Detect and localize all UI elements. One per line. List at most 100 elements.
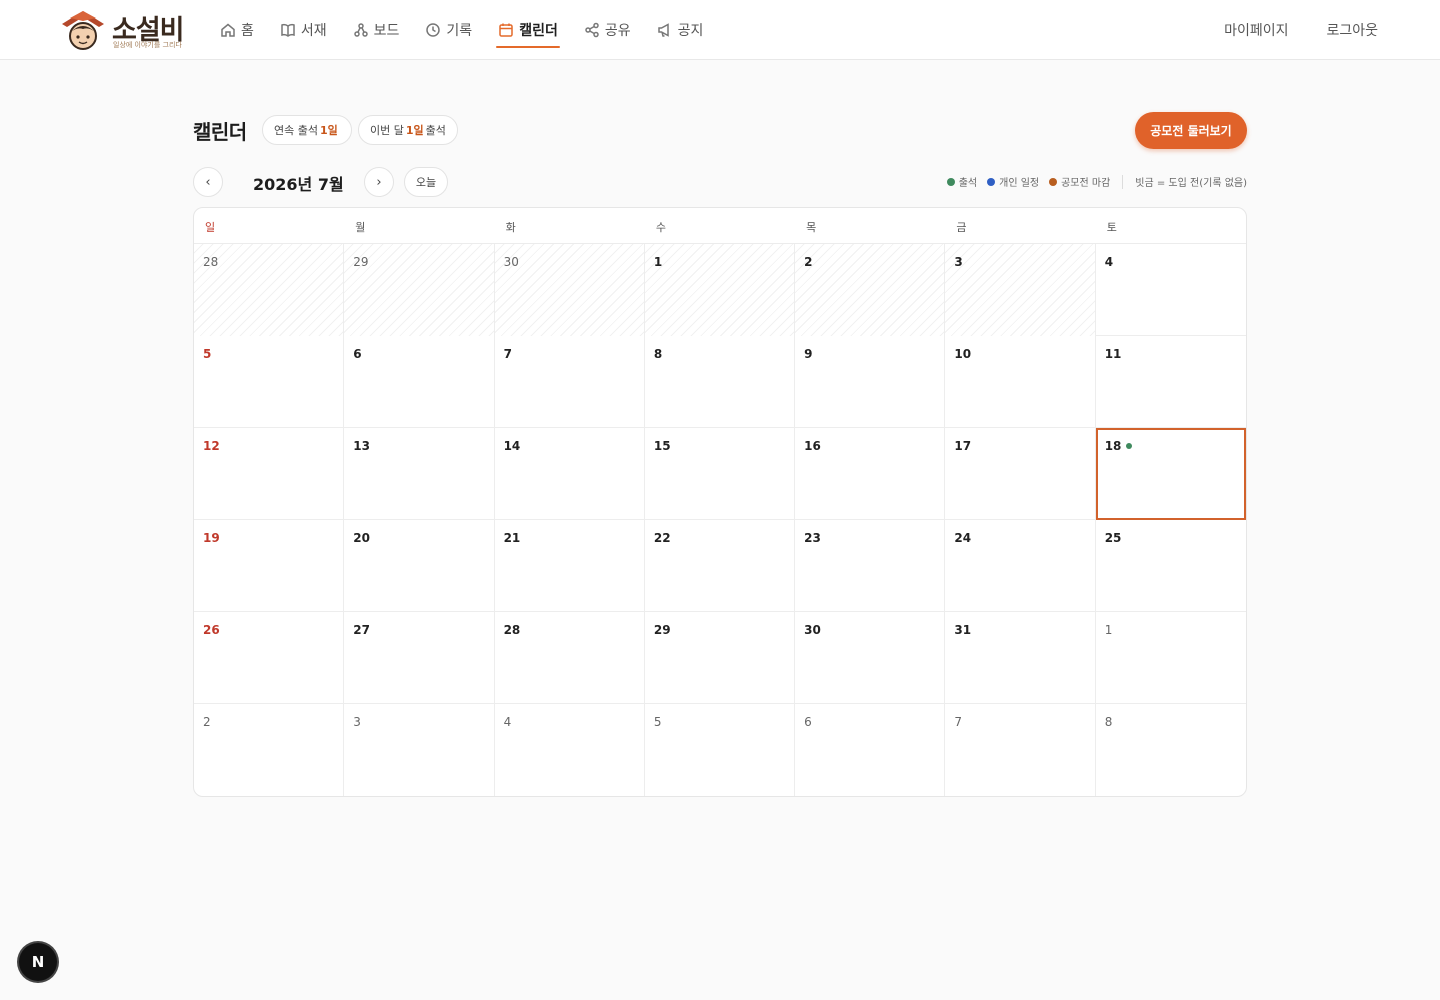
dev-indicator-badge[interactable]: N bbox=[19, 943, 57, 981]
nav-item-home[interactable]: 홈 bbox=[220, 0, 254, 60]
calendar-day-cell[interactable]: 24 bbox=[945, 520, 1096, 612]
nav-item-records[interactable]: 기록 bbox=[425, 0, 472, 60]
calendar-day-cell[interactable]: 5 bbox=[645, 704, 796, 796]
nav-item-library[interactable]: 서재 bbox=[280, 0, 327, 60]
streak-badge: 연속 출석 1일 bbox=[262, 115, 352, 145]
chevron-left-icon: ‹ bbox=[205, 174, 211, 190]
legend-item-personal: 개인 일정 bbox=[987, 174, 1039, 189]
calendar-day-cell[interactable]: 4 bbox=[495, 704, 645, 796]
day-number: 17 bbox=[954, 439, 972, 453]
calendar-day-cell[interactable]: 23 bbox=[795, 520, 946, 612]
calendar-day-cell[interactable]: 9 bbox=[795, 336, 946, 428]
calendar-day-today[interactable]: 18 bbox=[1095, 428, 1246, 520]
day-number: 18 bbox=[1104, 439, 1122, 453]
day-number: 9 bbox=[804, 347, 813, 361]
calendar-day-cell[interactable]: 15 bbox=[645, 428, 796, 520]
calendar-day-cell[interactable]: 4 bbox=[1096, 244, 1246, 336]
calendar-day-cell[interactable]: 6 bbox=[795, 704, 946, 796]
browse-contests-button[interactable]: 공모전 둘러보기 bbox=[1135, 112, 1247, 149]
clock-icon bbox=[426, 23, 441, 37]
prev-month-button[interactable]: ‹ bbox=[193, 167, 223, 197]
contest-dot-icon bbox=[1049, 177, 1058, 186]
calendar-day-cell[interactable]: 14 bbox=[495, 428, 645, 520]
calendar-day-cell[interactable]: 26 bbox=[194, 612, 345, 704]
calendar-day-cell[interactable]: 8 bbox=[1096, 704, 1246, 796]
calendar-day-cell[interactable]: 1 bbox=[644, 244, 796, 336]
calendar-day-cell[interactable]: 7 bbox=[495, 336, 645, 428]
monthly-label: 이번 달 bbox=[370, 124, 404, 137]
weekday-label: 수 bbox=[655, 221, 666, 234]
day-number: 23 bbox=[804, 531, 821, 545]
day-number: 29 bbox=[353, 255, 369, 269]
book-icon bbox=[281, 23, 295, 37]
calendar-day-cell[interactable]: 16 bbox=[795, 428, 946, 520]
day-number: 20 bbox=[353, 531, 370, 545]
mypage-link[interactable]: 마이페이지 bbox=[1224, 20, 1288, 40]
megaphone-icon bbox=[657, 23, 669, 37]
calendar-day-cell[interactable]: 7 bbox=[945, 704, 1096, 796]
streak-label: 연속 출석 bbox=[274, 124, 318, 137]
weekday-label: 화 bbox=[505, 221, 516, 234]
calendar-day-cell[interactable]: 29 bbox=[344, 244, 495, 336]
calendar-day-cell[interactable]: 25 bbox=[1096, 520, 1246, 612]
calendar-day-cell[interactable]: 21 bbox=[495, 520, 645, 612]
calendar-day-cell[interactable]: 12 bbox=[194, 428, 345, 520]
day-number: 3 bbox=[353, 715, 361, 729]
legend-item-attendance: 출석 bbox=[946, 174, 977, 189]
calendar-day-cell[interactable]: 11 bbox=[1096, 336, 1246, 428]
calendar-day-cell[interactable]: 30 bbox=[795, 612, 946, 704]
calendar-week-row: 12 13 14 15 16 17 18 bbox=[194, 428, 1246, 520]
share-icon bbox=[585, 22, 599, 38]
calendar-weeks: 28 29 30 1 2 3 4 5 6 7 8 9 10 11 12 13 14 15 16 17 18 19 20 21 2… bbox=[194, 244, 1246, 796]
calendar-day-cell[interactable]: 3 bbox=[945, 244, 1096, 336]
calendar-day-cell[interactable]: 27 bbox=[344, 612, 495, 704]
day-number: 8 bbox=[1104, 715, 1113, 729]
calendar-day-cell[interactable]: 28 bbox=[495, 612, 645, 704]
calendar-day-cell[interactable]: 29 bbox=[645, 612, 796, 704]
logout-link[interactable]: 로그아웃 bbox=[1326, 20, 1378, 40]
calendar-day-cell[interactable]: 10 bbox=[945, 336, 1096, 428]
nav-item-label: 캘린더 bbox=[519, 23, 558, 39]
day-number: 16 bbox=[804, 439, 821, 453]
nav-item-share[interactable]: 공유 bbox=[584, 0, 631, 60]
nav-item-notice[interactable]: 공지 bbox=[657, 0, 704, 60]
calendar-day-cell[interactable]: 28 bbox=[194, 244, 345, 336]
calendar-day-cell[interactable]: 30 bbox=[494, 244, 645, 336]
legend-note: 빗금 = 도입 전(기록 없음) bbox=[1135, 178, 1247, 189]
calendar-day-cell[interactable]: 3 bbox=[344, 704, 495, 796]
day-number: 13 bbox=[353, 439, 370, 453]
day-number: 26 bbox=[203, 623, 220, 637]
nav-item-label: 공지 bbox=[677, 23, 704, 39]
day-number: 5 bbox=[653, 715, 662, 729]
day-number: 2 bbox=[203, 715, 211, 729]
today-button[interactable]: 오늘 bbox=[404, 167, 448, 197]
calendar-day-cell[interactable]: 19 bbox=[194, 520, 345, 612]
day-number: 28 bbox=[203, 255, 219, 269]
day-number: 12 bbox=[203, 439, 220, 453]
calendar-day-cell[interactable]: 6 bbox=[344, 336, 495, 428]
next-month-button[interactable]: › bbox=[364, 167, 394, 197]
calendar-week-row: 19 20 21 22 23 24 25 bbox=[194, 520, 1246, 612]
day-number: 21 bbox=[503, 531, 521, 545]
calendar-day-cell[interactable]: 1 bbox=[1096, 612, 1246, 704]
calendar-day-cell[interactable]: 2 bbox=[194, 704, 345, 796]
day-number: 31 bbox=[954, 623, 972, 637]
legend-divider bbox=[1122, 174, 1124, 189]
calendar-day-cell[interactable]: 22 bbox=[645, 520, 796, 612]
calendar-day-cell[interactable]: 8 bbox=[645, 336, 796, 428]
monthly-attendance-badge: 이번 달 1일 출석 bbox=[358, 115, 458, 145]
calendar-day-cell[interactable]: 17 bbox=[945, 428, 1096, 520]
calendar-day-cell[interactable]: 20 bbox=[344, 520, 495, 612]
day-number: 22 bbox=[653, 531, 671, 545]
calendar-day-cell[interactable]: 2 bbox=[795, 244, 946, 336]
nav-item-board[interactable]: 보드 bbox=[353, 0, 399, 60]
day-number: 4 bbox=[1104, 255, 1114, 269]
personal-dot-icon bbox=[987, 177, 996, 186]
calendar-day-cell[interactable]: 13 bbox=[344, 428, 495, 520]
main-nav: 홈 서재 보드 기록 캘린더 공유 공지 bbox=[220, 0, 729, 60]
nav-item-calendar[interactable]: 캘린더 bbox=[496, 0, 560, 60]
brand-logo[interactable]: 소설비 일상에 이야기를 그리다 bbox=[58, 6, 188, 54]
weekday-label: 일 bbox=[205, 221, 216, 234]
calendar-day-cell[interactable]: 5 bbox=[194, 336, 345, 428]
calendar-day-cell[interactable]: 31 bbox=[945, 612, 1096, 704]
